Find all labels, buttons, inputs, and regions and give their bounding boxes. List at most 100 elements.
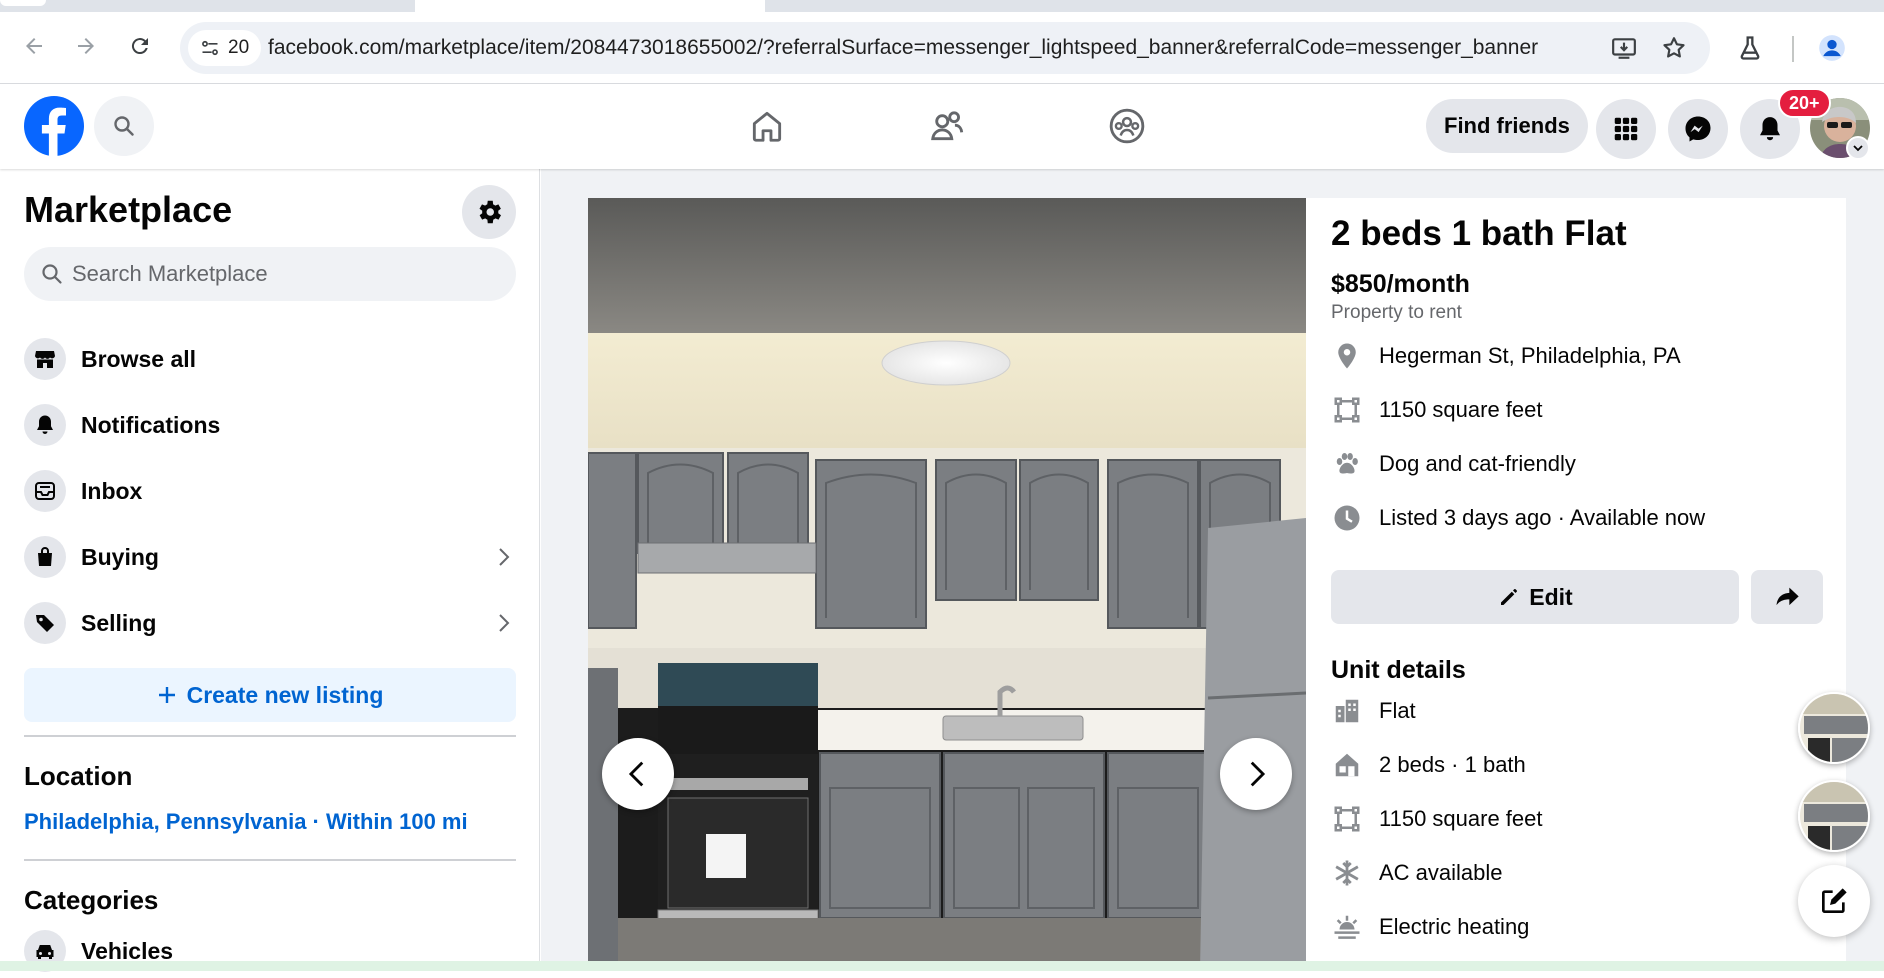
messenger-icon bbox=[1685, 116, 1711, 142]
new-message-button[interactable] bbox=[1798, 865, 1870, 937]
forward-icon bbox=[78, 38, 94, 54]
facebook-logo[interactable] bbox=[24, 96, 84, 156]
menu-grid-icon bbox=[1614, 117, 1638, 141]
shopping-bag-icon bbox=[38, 547, 52, 566]
notification-badge: 20+ bbox=[1778, 88, 1831, 118]
paw-icon bbox=[1336, 453, 1358, 474]
share-arrow-icon bbox=[1776, 587, 1799, 606]
sidebar-item-icon-wrap bbox=[24, 470, 66, 512]
listing-title: 2 beds 1 bath Flat bbox=[1331, 214, 1627, 253]
nav-home[interactable] bbox=[739, 98, 795, 154]
unit-detail-heating-text: Electric heating bbox=[1379, 914, 1530, 939]
share-listing-button[interactable] bbox=[1751, 570, 1823, 624]
unit-detail-rooms-text: 2 beds · 1 bath bbox=[1379, 752, 1526, 777]
sidebar-item-icon-wrap bbox=[24, 536, 66, 578]
account-menu-caret[interactable] bbox=[1846, 136, 1870, 160]
bell-icon bbox=[37, 415, 53, 434]
listing-location: Hegerman St, Philadelphia, PA bbox=[1331, 339, 1681, 373]
reload-icon bbox=[131, 38, 148, 55]
location-pin-icon bbox=[1338, 343, 1356, 369]
back-icon bbox=[26, 38, 42, 54]
find-friends-button[interactable]: Find friends bbox=[1426, 99, 1588, 153]
listing-date: Listed 3 days ago · Available now bbox=[1331, 501, 1705, 535]
url-text[interactable]: facebook.com/marketplace/item/2084473018… bbox=[268, 36, 1538, 60]
location-filter-link[interactable]: Philadelphia, Pennsylvania · Within 100 … bbox=[24, 809, 468, 835]
site-info-count: 20 bbox=[228, 37, 250, 58]
unit-detail-icon-wrap bbox=[1331, 857, 1363, 889]
profile-button[interactable] bbox=[1814, 30, 1850, 66]
listing-photo-viewer[interactable] bbox=[588, 198, 1306, 971]
marketplace-search-input[interactable] bbox=[72, 247, 492, 301]
labs-button[interactable] bbox=[1732, 30, 1768, 66]
chevron-down-icon bbox=[1853, 145, 1863, 152]
sidebar-item-notifications[interactable]: Notifications bbox=[24, 398, 516, 452]
car-icon bbox=[36, 945, 54, 959]
sidebar-item-icon-wrap bbox=[24, 338, 66, 380]
unit-detail-ac: AC available bbox=[1331, 856, 1503, 890]
chevron-right-icon bbox=[1250, 761, 1266, 787]
unit-detail-rooms: 2 beds · 1 bath bbox=[1331, 748, 1526, 782]
browser-tab[interactable] bbox=[0, 0, 46, 6]
area-frame-icon bbox=[1334, 806, 1360, 832]
page-bottom-strip bbox=[0, 961, 1884, 971]
nav-friends[interactable] bbox=[919, 98, 975, 154]
sidebar-item-selling[interactable]: Selling bbox=[24, 596, 516, 650]
facebook-search-button[interactable] bbox=[94, 96, 154, 156]
address-bar[interactable]: 20 facebook.com/marketplace/item/2084473… bbox=[180, 22, 1710, 74]
storefront-icon bbox=[35, 351, 55, 368]
sidebar-item-buying[interactable]: Buying bbox=[24, 530, 516, 584]
unit-detail-heating: Electric heating bbox=[1331, 910, 1529, 944]
kitchen-photo bbox=[588, 198, 1306, 971]
price-tag-icon bbox=[36, 615, 54, 632]
unit-detail-icon-wrap bbox=[1331, 695, 1363, 727]
unit-detail-icon-wrap bbox=[1331, 803, 1363, 835]
chat-head-thumbnail[interactable] bbox=[1798, 780, 1870, 852]
listing-location-text[interactable]: Hegerman St, Philadelphia, PA bbox=[1379, 343, 1681, 369]
unit-details-heading: Unit details bbox=[1331, 656, 1466, 684]
previous-photo-button[interactable] bbox=[602, 738, 674, 810]
facebook-logo-icon bbox=[24, 96, 84, 156]
marketplace-settings-button[interactable] bbox=[462, 185, 516, 239]
listing-date-text: Listed 3 days ago · Available now bbox=[1379, 505, 1706, 530]
plus-icon bbox=[158, 687, 175, 703]
create-new-listing-button[interactable]: Create new listing bbox=[24, 668, 516, 722]
unit-detail-type-text: Flat bbox=[1379, 698, 1416, 723]
reload-button[interactable] bbox=[122, 28, 158, 64]
listing-fact-icon-wrap bbox=[1331, 502, 1363, 534]
sidebar-item-label: Buying bbox=[81, 543, 159, 570]
marketplace-search[interactable] bbox=[24, 247, 516, 301]
listing-price: $850/month bbox=[1331, 270, 1470, 298]
forward-button[interactable] bbox=[68, 28, 104, 64]
back-button[interactable] bbox=[16, 28, 52, 64]
edit-listing-button[interactable]: Edit bbox=[1331, 570, 1739, 624]
chevron-left-icon bbox=[628, 761, 644, 787]
area-frame-icon bbox=[1334, 397, 1360, 423]
sidebar-item-label: Notifications bbox=[81, 411, 221, 438]
messenger-button[interactable] bbox=[1668, 99, 1728, 159]
listing-fact-icon-wrap bbox=[1331, 448, 1363, 480]
chevron-right-icon bbox=[499, 548, 510, 566]
sidebar-item-label: Selling bbox=[81, 609, 157, 636]
inbox-icon bbox=[35, 482, 55, 500]
browser-tab-active[interactable] bbox=[415, 0, 765, 12]
facebook-top-nav: Find friends 20+ bbox=[0, 84, 1884, 169]
menu-button[interactable] bbox=[1596, 99, 1656, 159]
house-icon bbox=[1335, 753, 1359, 777]
labs-flask-icon bbox=[1740, 36, 1760, 60]
sidebar-item-icon-wrap bbox=[24, 404, 66, 446]
site-settings-chip[interactable]: 20 bbox=[188, 30, 262, 66]
create-new-listing-label: Create new listing bbox=[186, 681, 384, 708]
sidebar-item-browse-all[interactable]: Browse all bbox=[24, 332, 516, 386]
sidebar-item-inbox[interactable]: Inbox bbox=[24, 464, 516, 518]
chat-head-thumbnail[interactable] bbox=[1798, 692, 1870, 764]
unit-detail-type: Flat bbox=[1331, 694, 1416, 728]
next-photo-button[interactable] bbox=[1220, 738, 1292, 810]
sidebar-item-icon-wrap bbox=[24, 602, 66, 644]
friends-icon bbox=[931, 111, 964, 141]
nav-groups[interactable] bbox=[1099, 98, 1155, 154]
listing-pets: Dog and cat-friendly bbox=[1331, 447, 1576, 481]
install-app-button[interactable] bbox=[1610, 34, 1638, 62]
listing-area-text: 1150 square feet bbox=[1379, 397, 1543, 422]
bookmark-button[interactable] bbox=[1660, 34, 1688, 62]
browser-toolbar: 20 facebook.com/marketplace/item/2084473… bbox=[0, 12, 1884, 84]
